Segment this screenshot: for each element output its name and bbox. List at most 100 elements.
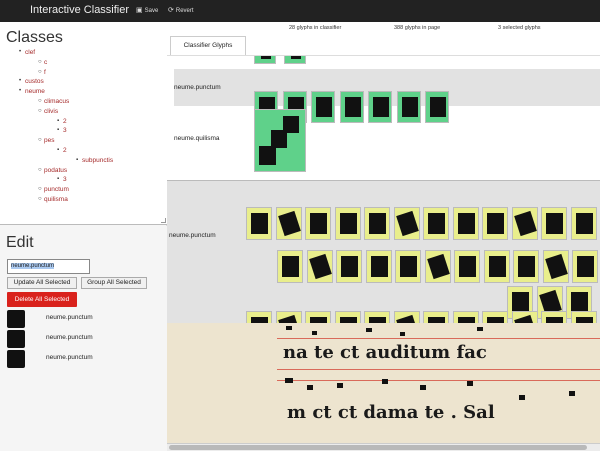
selected-glyph-row[interactable]: neume.punctum bbox=[7, 310, 157, 328]
selected-glyph-thumbnail bbox=[7, 350, 25, 368]
page-row-label: neume.punctum bbox=[169, 232, 216, 239]
classifier-row-label: neume.punctum bbox=[174, 84, 221, 91]
page-glyph[interactable] bbox=[452, 207, 479, 240]
class-tree-item[interactable]: ▪ 2 ▪ subpunctis bbox=[57, 146, 113, 166]
selected-glyph-row[interactable]: neume.punctum bbox=[7, 350, 157, 368]
selected-glyph-thumbnail bbox=[7, 310, 25, 328]
class-name-value: neume.punctum bbox=[11, 263, 55, 269]
class-name-input[interactable]: neume.punctum bbox=[7, 259, 90, 274]
page-glyph[interactable] bbox=[275, 207, 302, 240]
page-glyph[interactable] bbox=[513, 250, 539, 283]
class-tree-item[interactable]: ○ climacus bbox=[38, 97, 113, 107]
page-glyph[interactable] bbox=[482, 207, 508, 240]
revert-button[interactable]: ⟳ Revert bbox=[168, 6, 194, 14]
page-glyph[interactable] bbox=[423, 207, 449, 240]
delete-all-selected-button[interactable]: Delete All Selected bbox=[7, 292, 77, 307]
classifier-glyph[interactable] bbox=[339, 91, 364, 123]
staff-line bbox=[277, 380, 600, 381]
class-tree-item[interactable]: ▪ 3 bbox=[57, 175, 113, 185]
app-title[interactable]: Interactive Classifier bbox=[30, 4, 129, 16]
save-button[interactable]: ▣ Save bbox=[136, 6, 158, 14]
page-glyph[interactable] bbox=[277, 250, 303, 283]
page-glyph[interactable] bbox=[365, 250, 392, 283]
class-tree-list: • clef ○ c ○ f • custos • neume ○ climacus ○ clivis ▪ 2… bbox=[0, 48, 113, 205]
page-glyph[interactable] bbox=[511, 207, 538, 240]
group-all-selected-button[interactable]: Group All Selected bbox=[81, 277, 147, 289]
class-tree-label: 2 bbox=[63, 117, 67, 125]
page-glyph[interactable] bbox=[364, 207, 390, 240]
page-glyph-count: 388 glyphs in page bbox=[394, 25, 441, 31]
classifier-glyph-quilisma[interactable] bbox=[254, 109, 306, 172]
selected-glyph-row[interactable]: neume.punctum bbox=[7, 330, 157, 348]
bullet-icon: ○ bbox=[38, 107, 42, 114]
classifier-glyph[interactable] bbox=[254, 56, 276, 64]
page-glyph[interactable] bbox=[542, 250, 569, 283]
class-tree-item[interactable]: ▪ 3 bbox=[57, 126, 113, 136]
page-glyph[interactable] bbox=[246, 207, 272, 240]
selected-glyph-thumbnail bbox=[7, 330, 25, 348]
class-tree-label: 3 bbox=[63, 176, 67, 184]
page-glyph[interactable] bbox=[454, 250, 480, 283]
tab-classifier-glyphs[interactable]: Classifier Glyphs bbox=[170, 36, 246, 55]
page-glyph[interactable] bbox=[306, 250, 333, 283]
scrollbar-thumb[interactable] bbox=[169, 445, 587, 450]
class-tree-item[interactable]: • clef ○ c ○ f bbox=[19, 48, 113, 78]
page-glyph[interactable] bbox=[395, 250, 421, 283]
save-icon: ▣ bbox=[136, 7, 143, 14]
bullet-icon: ○ bbox=[38, 195, 42, 202]
class-tree-list: ▪ 2 ▪ subpunctis bbox=[44, 146, 113, 166]
class-tree-item[interactable]: ○ pes ▪ 2 ▪ subpunctis bbox=[38, 136, 113, 166]
selected-glyph-label: neume.punctum bbox=[46, 314, 93, 321]
class-tree-item[interactable]: • neume ○ climacus ○ clivis ▪ 2 ▪ 3 ○ pes ▪ 2 ▪ subpunc… bbox=[19, 87, 113, 205]
manuscript-image: na te ct auditum fac m ct ct dama te . S… bbox=[167, 323, 600, 443]
class-tree-list: ○ c ○ f bbox=[25, 58, 113, 78]
class-tree-label: 2 bbox=[63, 146, 67, 154]
page-glyph[interactable] bbox=[541, 207, 567, 240]
class-tree-label: climacus bbox=[44, 97, 70, 105]
classes-heading: Classes bbox=[6, 29, 63, 46]
right-panel: 28 glyphs in classifier 388 glyphs in pa… bbox=[167, 22, 600, 451]
update-all-selected-button[interactable]: Update All Selected bbox=[7, 277, 77, 289]
classifier-glyph[interactable] bbox=[425, 91, 449, 123]
class-tree-label: punctum bbox=[44, 186, 69, 194]
class-tree-item[interactable]: ▪ 2 bbox=[57, 117, 113, 127]
class-tree-item[interactable]: ▪ subpunctis bbox=[76, 156, 113, 166]
classifier-glyph[interactable] bbox=[396, 91, 421, 123]
page-glyph[interactable] bbox=[393, 207, 420, 240]
staff-line bbox=[277, 369, 600, 370]
class-tree-label: neume bbox=[25, 88, 45, 96]
page-glyph[interactable] bbox=[336, 250, 362, 283]
edit-heading: Edit bbox=[6, 234, 34, 251]
page-glyph[interactable] bbox=[483, 250, 510, 283]
class-tree-item[interactable]: ○ c bbox=[38, 58, 113, 68]
bullet-icon: ▪ bbox=[57, 146, 60, 153]
class-tree-list: ▪ subpunctis bbox=[63, 156, 113, 166]
class-tree-item[interactable]: ○ punctum bbox=[38, 185, 113, 195]
bullet-icon: • bbox=[19, 88, 22, 95]
classifier-glyph[interactable] bbox=[284, 56, 306, 64]
page-glyph[interactable] bbox=[334, 207, 361, 240]
class-tree-item[interactable]: ○ clivis ▪ 2 ▪ 3 bbox=[38, 107, 113, 136]
page-glyph[interactable] bbox=[572, 250, 598, 283]
class-tree-item[interactable]: ○ podatus ▪ 3 bbox=[38, 166, 113, 186]
classifier-row-label: neume.quilisma bbox=[174, 135, 220, 142]
classifier-glyph[interactable] bbox=[368, 91, 392, 123]
class-tree-item[interactable]: ○ f bbox=[38, 68, 113, 78]
bullet-icon: ▪ bbox=[57, 117, 60, 124]
manuscript-text-line: m ct ct dama te . Sal bbox=[287, 402, 495, 423]
bullet-icon: ○ bbox=[38, 68, 42, 75]
class-tree-item[interactable]: ○ quilisma bbox=[38, 195, 113, 205]
page-glyph[interactable] bbox=[424, 250, 451, 283]
resize-handle[interactable] bbox=[161, 218, 166, 223]
classifier-glyph[interactable] bbox=[311, 91, 335, 123]
bullet-icon: ▪ bbox=[76, 156, 79, 163]
top-navbar: Interactive Classifier ▣ Save ⟳ Revert bbox=[0, 0, 600, 22]
manuscript-text-line: na te ct auditum fac bbox=[283, 342, 487, 363]
classifier-glyphs-pane: neume.punctum neume.quilisma bbox=[167, 56, 600, 180]
horizontal-scrollbar[interactable] bbox=[167, 443, 600, 451]
page-glyph[interactable] bbox=[305, 207, 331, 240]
class-tree-item[interactable]: • custos bbox=[19, 77, 113, 87]
class-tree: • clef ○ c ○ f • custos • neume ○ climacus ○ clivis ▪ 2… bbox=[0, 48, 113, 205]
bullet-icon: ○ bbox=[38, 166, 42, 173]
page-glyph[interactable] bbox=[570, 207, 597, 240]
